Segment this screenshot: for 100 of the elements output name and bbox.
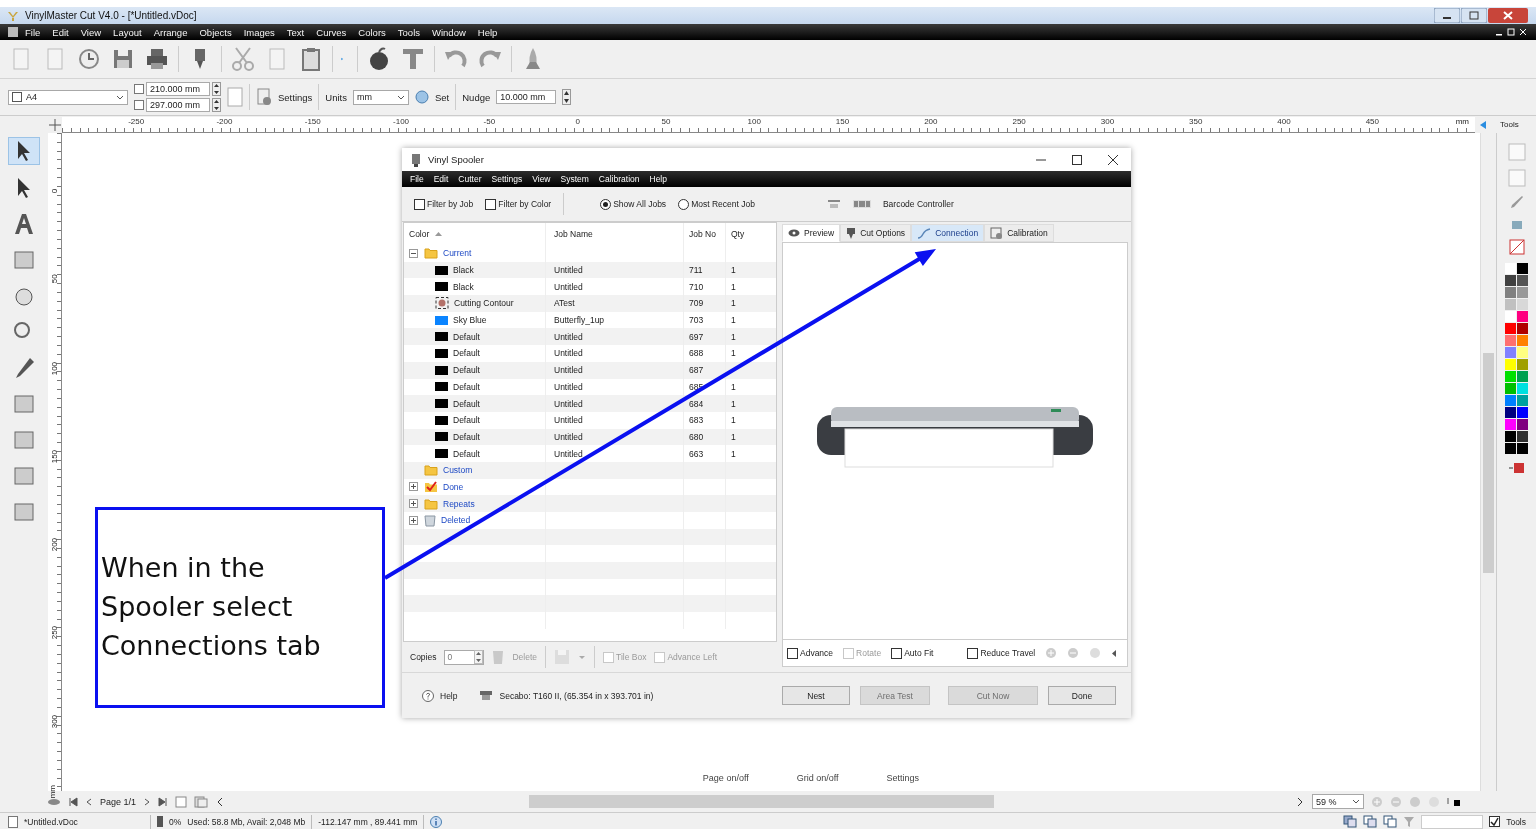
tray-icon[interactable] [826, 199, 841, 209]
text-tool-icon[interactable] [400, 46, 426, 72]
spinner-icon[interactable] [562, 89, 572, 105]
menu-item[interactable]: Help [471, 26, 504, 38]
menu-item[interactable]: Colors [352, 26, 392, 38]
tree-group-label[interactable]: Current [443, 248, 472, 259]
sort-ascending-icon[interactable] [434, 231, 444, 237]
dialog-button[interactable]: Nest [782, 686, 850, 705]
menu-item[interactable]: Images [237, 26, 281, 38]
zoom-out-icon[interactable] [1390, 795, 1403, 808]
palette-swatch[interactable] [1505, 275, 1516, 286]
palette-swatch[interactable] [1517, 323, 1528, 334]
tab[interactable]: Cut Options [840, 224, 912, 242]
palette-swatch[interactable] [1517, 371, 1528, 382]
dropdown-caret-icon[interactable] [1352, 799, 1361, 804]
menu-item[interactable]: Settings [487, 174, 529, 184]
palette-swatch[interactable] [1517, 431, 1528, 442]
palette-swatch[interactable] [1517, 335, 1528, 346]
printer-icon[interactable] [144, 46, 170, 72]
tab[interactable]: Calibration [984, 224, 1054, 242]
checkbox[interactable] [891, 647, 903, 659]
copy-page-icon[interactable] [194, 795, 209, 808]
triangle-left-icon[interactable] [1478, 119, 1487, 130]
pen-icon[interactable] [1509, 195, 1524, 209]
palette-swatch[interactable] [1505, 395, 1516, 406]
palette-swatch[interactable] [1505, 323, 1516, 334]
palette-swatch[interactable] [1517, 263, 1528, 274]
menu-item[interactable]: Edit [429, 174, 455, 184]
palette-swatch[interactable] [1505, 419, 1516, 430]
column-header[interactable]: Qty [726, 223, 766, 245]
palette-swatch[interactable] [1505, 299, 1516, 310]
expand-icon[interactable] [409, 499, 418, 509]
help-icon[interactable] [422, 689, 434, 702]
zoom-out-icon[interactable] [1067, 647, 1080, 659]
info-icon[interactable] [430, 815, 443, 828]
spinner-icon[interactable] [212, 82, 221, 96]
checkbox[interactable] [967, 647, 979, 659]
palette-swatch[interactable] [1517, 347, 1528, 358]
scrollbar-thumb[interactable] [529, 795, 995, 808]
palette-swatch[interactable] [1505, 407, 1516, 418]
close-icon[interactable] [1107, 153, 1119, 166]
checkbox[interactable] [787, 647, 798, 659]
menu-item[interactable]: Cutter [454, 174, 488, 184]
menu-item[interactable]: Tools [391, 26, 426, 38]
width-field[interactable]: 210.000 mm [146, 82, 210, 96]
menu-item[interactable]: File [406, 174, 430, 184]
document-menu-icon[interactable] [7, 26, 19, 38]
units-dropdown[interactable]: mm [353, 89, 409, 105]
palette-swatch[interactable] [1517, 383, 1528, 394]
palette-swatch[interactable] [1505, 371, 1516, 382]
column-header[interactable]: Job No [684, 223, 726, 245]
palette-swatch[interactable] [1505, 359, 1516, 370]
collapse-icon[interactable] [409, 248, 418, 258]
palette-swatch[interactable] [1517, 299, 1528, 310]
no-color-icon[interactable] [1508, 239, 1525, 255]
settings-button[interactable]: Settings [278, 91, 313, 103]
zoom-dropdown[interactable]: 59 % [1312, 794, 1365, 809]
menu-item[interactable]: View [528, 174, 557, 184]
zoom-fit-icon[interactable] [1409, 795, 1422, 808]
scrollbar-thumb[interactable] [1483, 353, 1494, 573]
menu-item[interactable]: Curves [310, 26, 353, 38]
zoom-in-icon[interactable] [1045, 647, 1058, 659]
menu-item[interactable]: View [74, 26, 108, 38]
menu-item[interactable]: Window [426, 26, 472, 38]
palette-swatch[interactable] [1517, 287, 1528, 298]
scissors-icon[interactable] [230, 46, 256, 72]
expand-icon[interactable] [409, 482, 418, 492]
spinner-icon[interactable] [212, 98, 221, 112]
palette-swatch[interactable] [1505, 335, 1516, 346]
tree-group-label[interactable]: Custom [443, 465, 473, 476]
copies-field[interactable]: 0 [444, 649, 485, 665]
canvas-link[interactable]: Page on/off [702, 773, 749, 783]
tools-tab[interactable]: Tools [1490, 120, 1519, 129]
palette-swatch[interactable] [1517, 395, 1528, 406]
palette-swatch[interactable] [1505, 311, 1516, 322]
add-page-icon[interactable] [175, 795, 188, 808]
palette-swatch[interactable] [1505, 431, 1516, 442]
palette-swatch[interactable] [1517, 419, 1528, 430]
collapse-left-icon[interactable] [1111, 648, 1118, 658]
tab[interactable]: Connection [911, 224, 985, 242]
set-button[interactable]: Set [435, 91, 450, 103]
radio-button[interactable] [678, 198, 690, 210]
menu-item[interactable]: Calibration [594, 174, 646, 184]
first-page-icon[interactable] [68, 796, 78, 807]
spinner-icon[interactable] [474, 650, 484, 664]
palette-swatch[interactable] [1505, 287, 1516, 298]
barcode-controller-button[interactable]: Barcode Controller [882, 199, 954, 209]
tree-group-label[interactable]: Deleted [441, 515, 471, 526]
palette-swatch[interactable] [1517, 275, 1528, 286]
page-orientation-icon[interactable] [227, 87, 243, 107]
page-size-dropdown[interactable]: A4 [8, 89, 128, 105]
palette-swatch[interactable] [1505, 347, 1516, 358]
rectangle-icon[interactable] [1507, 169, 1526, 187]
palette-swatch[interactable] [1517, 407, 1528, 418]
dialog-button[interactable]: Done [1048, 686, 1116, 705]
last-page-icon[interactable] [158, 796, 169, 807]
maximize-icon[interactable] [1071, 153, 1083, 166]
radio-button[interactable] [600, 198, 612, 210]
menu-item[interactable]: System [556, 174, 595, 184]
palette-swatch[interactable] [1505, 443, 1516, 454]
